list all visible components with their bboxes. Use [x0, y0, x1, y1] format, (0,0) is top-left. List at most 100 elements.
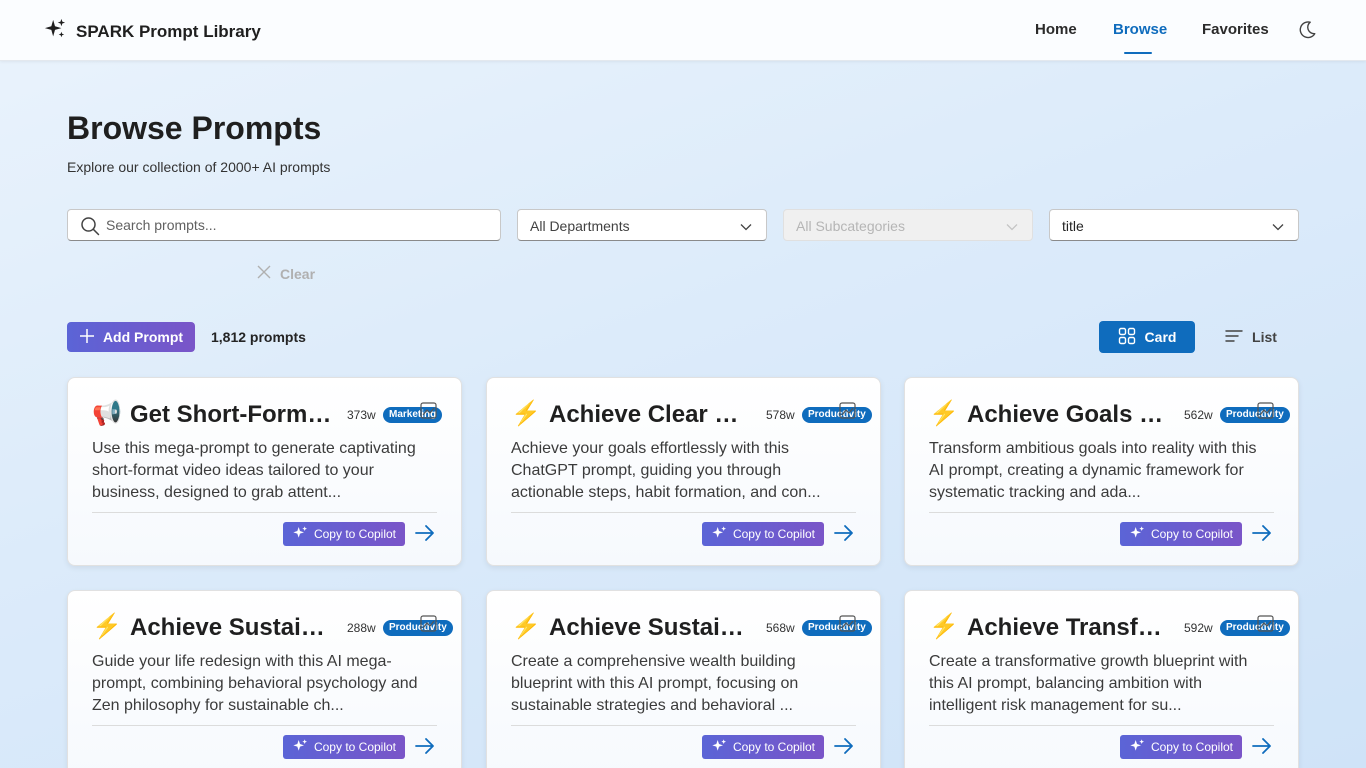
- add-prompt-label: Add Prompt: [102, 329, 184, 345]
- category-badge: Productivity: [802, 407, 872, 423]
- image-icon: [420, 615, 437, 637]
- plus-icon: [79, 328, 95, 347]
- copy-to-copilot-button[interactable]: Copy to Copilot: [702, 522, 824, 546]
- prompt-card[interactable]: ⚡ Achieve Clear Goals 578w Productivity Achi…: [486, 377, 881, 566]
- grid-icon: [1118, 327, 1136, 348]
- prompt-card[interactable]: 📢Get Short-Form Video Ideas373wMarketing…: [67, 377, 462, 566]
- word-count: 592w: [1184, 621, 1213, 635]
- prompt-title[interactable]: Achieve Goals Systematically: [967, 400, 1172, 430]
- list-view-label: List: [1252, 329, 1277, 345]
- brand[interactable]: SPARK Prompt Library: [44, 18, 261, 45]
- clear-filters-button[interactable]: Clear: [256, 264, 315, 283]
- department-select[interactable]: All Departments: [517, 209, 767, 241]
- arrow-right-icon[interactable]: [415, 524, 435, 547]
- category-emoji-icon: 📢: [92, 400, 122, 427]
- prompt-description: Achieve your goals effortlessly with thi…: [511, 440, 821, 501]
- prompt-card[interactable]: ⚡ Achieve Sustainable Change 288w Productiv…: [67, 590, 462, 768]
- word-count: 578w: [766, 408, 795, 422]
- image-icon: [1257, 615, 1274, 637]
- sparkle-icon: [1129, 525, 1145, 544]
- sparkle-icon: [711, 525, 727, 544]
- arrow-right-icon[interactable]: [415, 737, 435, 760]
- chevron-down-icon: [1006, 220, 1018, 236]
- add-prompt-button[interactable]: Add Prompt: [67, 322, 195, 352]
- prompt-description: Use this mega-prompt to generate captiva…: [92, 440, 416, 501]
- sparkle-logo-icon: [44, 18, 66, 45]
- sparkle-icon: [711, 738, 727, 757]
- moon-icon[interactable]: [1296, 19, 1318, 41]
- prompt-title[interactable]: Get Short-Form Video Ideas: [130, 400, 335, 430]
- category-badge: Productivity: [383, 620, 453, 636]
- page-subtitle: Explore our collection of 2000+ AI promp…: [67, 159, 331, 175]
- nav-browse[interactable]: Browse: [1113, 21, 1167, 38]
- arrow-right-icon[interactable]: [1252, 524, 1272, 547]
- list-view-button[interactable]: List: [1213, 321, 1289, 353]
- nav-home[interactable]: Home: [1035, 21, 1077, 38]
- copy-to-copilot-button[interactable]: Copy to Copilot: [1120, 522, 1242, 546]
- word-count: 562w: [1184, 408, 1213, 422]
- prompt-title[interactable]: Achieve Sustainable Change: [130, 613, 335, 643]
- card-divider: [92, 512, 437, 513]
- prompt-card[interactable]: ⚡ Achieve Goals Systematically 562w Product…: [904, 377, 1299, 566]
- card-divider: [92, 725, 437, 726]
- image-icon: [420, 402, 437, 424]
- word-count: 288w: [347, 621, 376, 635]
- copy-to-copilot-button[interactable]: Copy to Copilot: [283, 735, 405, 759]
- prompt-title[interactable]: Achieve Transformative Growth: [967, 613, 1172, 643]
- category-emoji-icon: ⚡: [929, 613, 959, 640]
- prompt-title[interactable]: Achieve Sustainable Wealth: [549, 613, 754, 643]
- arrow-right-icon[interactable]: [834, 737, 854, 760]
- copy-to-copilot-button[interactable]: Copy to Copilot: [1120, 735, 1242, 759]
- prompt-card[interactable]: ⚡ Achieve Sustainable Wealth 568w Productiv…: [486, 590, 881, 768]
- nav-active-indicator: [1124, 52, 1152, 54]
- image-icon: [1257, 402, 1274, 424]
- subcategory-select-value: All Subcategories: [796, 218, 905, 234]
- image-icon: [839, 615, 856, 637]
- card-divider: [929, 512, 1274, 513]
- chevron-down-icon: [1272, 220, 1284, 236]
- nav-favorites[interactable]: Favorites: [1202, 21, 1269, 38]
- sparkle-icon: [1129, 738, 1145, 757]
- word-count: 568w: [766, 621, 795, 635]
- prompt-description: Guide your life redesign with this AI me…: [92, 653, 418, 714]
- subcategory-select: All Subcategories: [783, 209, 1033, 241]
- sort-select-value: title: [1062, 218, 1084, 234]
- sparkle-icon: [292, 525, 308, 544]
- card-divider: [929, 725, 1274, 726]
- category-emoji-icon: ⚡: [511, 400, 541, 427]
- card-divider: [511, 725, 856, 726]
- copy-to-copilot-button[interactable]: Copy to Copilot: [702, 735, 824, 759]
- image-icon: [839, 402, 856, 424]
- copy-to-copilot-label: Copy to Copilot: [313, 740, 397, 754]
- list-icon: [1225, 328, 1243, 347]
- category-emoji-icon: ⚡: [511, 613, 541, 640]
- prompt-card[interactable]: ⚡ Achieve Transformative Growth 592w Produc…: [904, 590, 1299, 768]
- category-emoji-icon: ⚡: [92, 613, 122, 640]
- prompt-count: 1,812 prompts: [211, 329, 306, 345]
- sparkle-icon: [292, 738, 308, 757]
- word-count: 373w: [347, 408, 376, 422]
- sort-select[interactable]: title: [1049, 209, 1299, 241]
- copy-to-copilot-label: Copy to Copilot: [313, 527, 397, 541]
- prompt-title[interactable]: Achieve Clear Goals: [549, 400, 754, 430]
- arrow-right-icon[interactable]: [834, 524, 854, 547]
- card-view-button[interactable]: Card: [1099, 321, 1195, 353]
- clear-filters-label: Clear: [280, 265, 316, 282]
- card-view-label: Card: [1144, 329, 1177, 345]
- search-input[interactable]: [106, 211, 486, 239]
- search-icon: [80, 216, 100, 241]
- category-badge: Productivity: [1220, 407, 1290, 423]
- copy-to-copilot-label: Copy to Copilot: [732, 527, 816, 541]
- copy-to-copilot-label: Copy to Copilot: [1150, 740, 1234, 754]
- search-box[interactable]: [67, 209, 501, 241]
- prompt-description: Create a comprehensive wealth building b…: [511, 653, 799, 714]
- prompt-description: Create a transformative growth blueprint…: [929, 653, 1248, 714]
- copy-to-copilot-button[interactable]: Copy to Copilot: [283, 522, 405, 546]
- brand-name: SPARK Prompt Library: [76, 21, 261, 41]
- category-badge: Productivity: [1220, 620, 1290, 636]
- close-icon: [256, 264, 272, 283]
- card-divider: [511, 512, 856, 513]
- category-emoji-icon: ⚡: [929, 400, 959, 427]
- top-navigation-bar: SPARK Prompt Library Home Browse Favorit…: [0, 0, 1366, 61]
- arrow-right-icon[interactable]: [1252, 737, 1272, 760]
